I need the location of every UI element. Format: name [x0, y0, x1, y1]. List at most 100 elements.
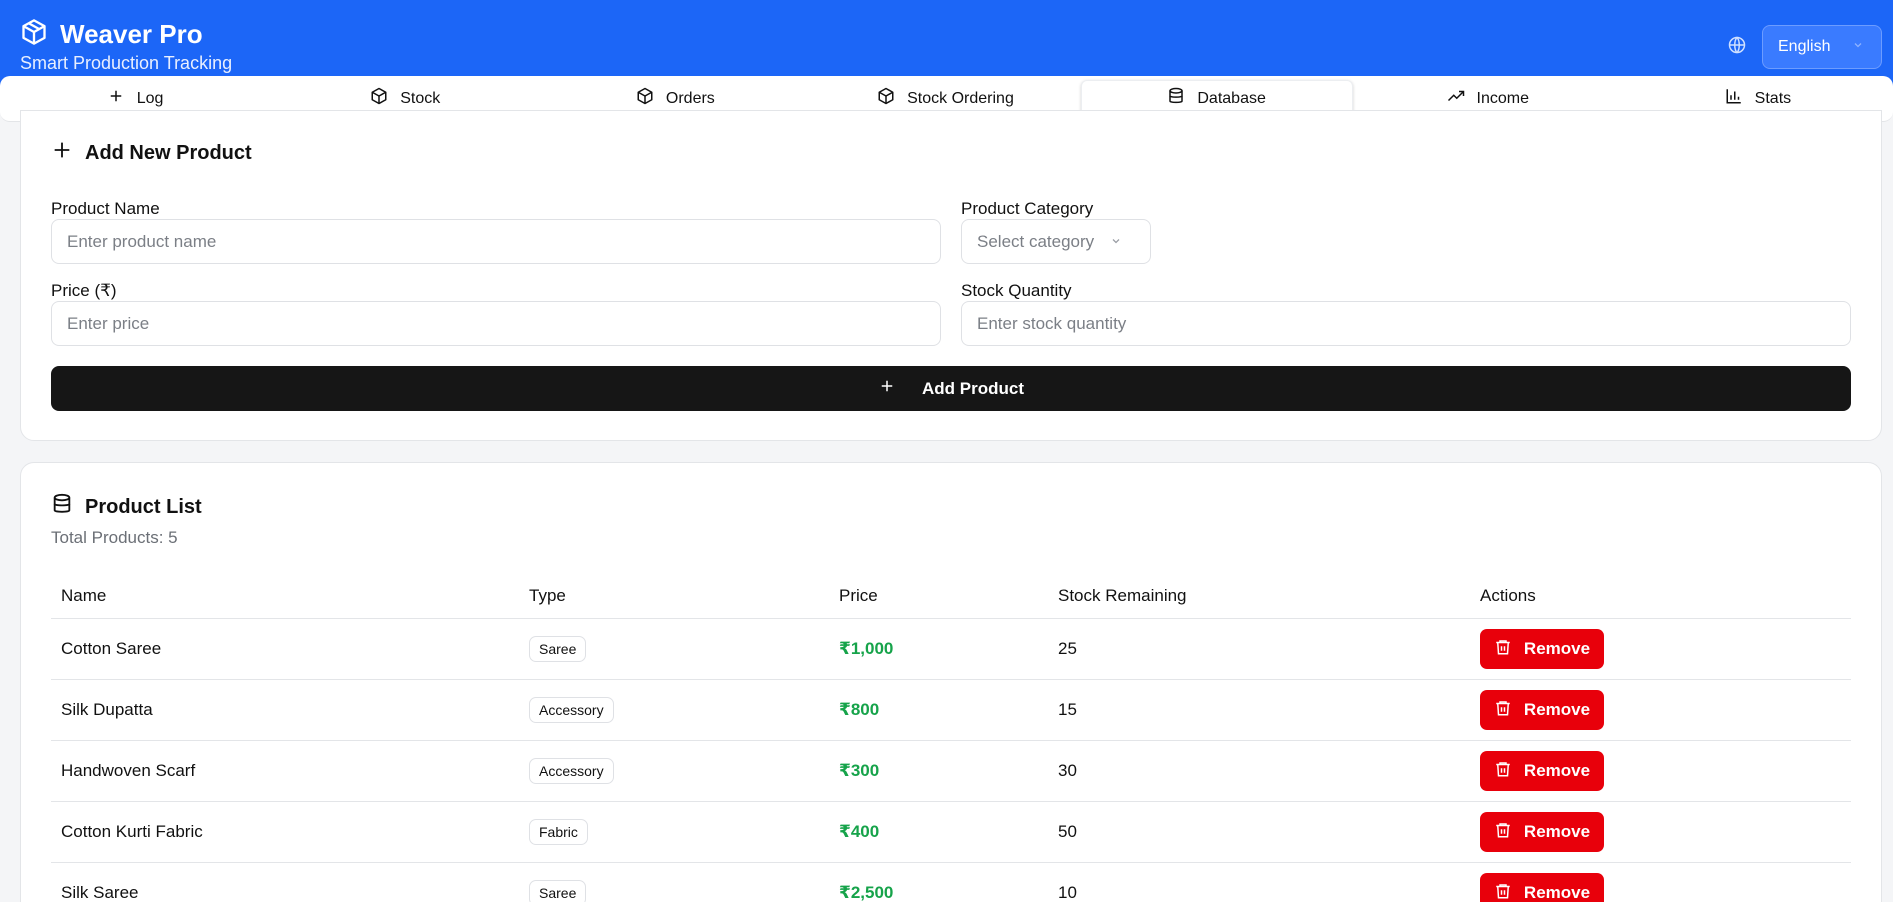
product-table: Name Type Price Stock Remaining Actions …	[51, 573, 1851, 902]
category-placeholder: Select category	[977, 231, 1095, 251]
type-badge: Accessory	[529, 697, 614, 723]
product-price: ₹400	[839, 822, 880, 841]
table-row: Cotton Kurti Fabric Fabric ₹400 50 Remov…	[51, 802, 1851, 863]
product-name: Cotton Saree	[61, 639, 162, 658]
stock-quantity-input[interactable]: Enter stock quantity	[961, 301, 1851, 346]
product-name: Silk Dupatta	[61, 700, 153, 719]
type-badge: Accessory	[529, 758, 614, 784]
remove-button[interactable]: Remove	[1480, 629, 1604, 669]
stock-quantity-label: Stock Quantity	[961, 281, 1072, 300]
product-type: Saree	[529, 863, 587, 902]
add-product-button[interactable]: Add Product	[51, 366, 1851, 411]
box-icon	[20, 18, 48, 51]
product-list-card: Product List Total Products: 5 Name Type…	[20, 462, 1882, 902]
column-header-type: Type	[529, 585, 566, 605]
trash-icon	[1494, 638, 1512, 661]
product-price: ₹300	[839, 761, 880, 780]
product-actions: Remove	[1480, 802, 1604, 862]
type-badge: Saree	[529, 880, 587, 902]
add-product-card: Add New Product Product Name Enter produ…	[20, 110, 1882, 441]
tab-label: Stock	[400, 89, 441, 107]
table-header: Name Type Price Stock Remaining Actions	[51, 573, 1851, 619]
trending-up-icon	[1447, 87, 1465, 110]
brand: Weaver Pro	[20, 18, 203, 51]
product-stock: 25	[1058, 639, 1077, 658]
product-price: ₹1,000	[839, 639, 894, 658]
remove-label: Remove	[1523, 883, 1591, 902]
box-icon	[636, 87, 654, 110]
trash-icon	[1494, 821, 1512, 844]
product-actions: Remove	[1480, 619, 1604, 679]
product-actions: Remove	[1480, 863, 1604, 902]
product-type: Accessory	[529, 741, 614, 801]
product-name-label: Product Name	[51, 199, 160, 218]
product-actions: Remove	[1480, 741, 1604, 801]
tab-label: Database	[1197, 89, 1266, 107]
language-label: English	[1778, 38, 1831, 55]
plus-icon	[878, 377, 896, 400]
column-header-name: Name	[61, 585, 107, 605]
remove-button[interactable]: Remove	[1480, 812, 1604, 852]
product-stock: 50	[1058, 822, 1077, 841]
table-row: Handwoven Scarf Accessory ₹300 30 Remove	[51, 741, 1851, 802]
product-name-placeholder: Enter product name	[67, 231, 217, 251]
product-actions: Remove	[1480, 680, 1604, 740]
product-name-input[interactable]: Enter product name	[51, 219, 941, 264]
trash-icon	[1494, 882, 1512, 902]
remove-button[interactable]: Remove	[1480, 873, 1604, 902]
chevron-down-icon	[1110, 232, 1122, 252]
remove-label: Remove	[1523, 700, 1591, 719]
product-price: ₹800	[839, 700, 880, 719]
remove-button[interactable]: Remove	[1480, 690, 1604, 730]
product-name: Handwoven Scarf	[61, 761, 196, 780]
table-row: Silk Saree Saree ₹2,500 10 Remove	[51, 863, 1851, 902]
product-price: ₹2,500	[839, 883, 894, 902]
language-select[interactable]: English	[1762, 25, 1882, 69]
plus-icon	[107, 87, 125, 110]
add-product-button-label: Add Product	[922, 378, 1024, 398]
database-icon	[51, 493, 73, 521]
total-products: Total Products: 5	[51, 528, 178, 547]
app-subtitle: Smart Production Tracking	[20, 53, 233, 73]
chevron-down-icon	[1852, 38, 1864, 56]
price-input[interactable]: Enter price	[51, 301, 941, 346]
tab-label: Stats	[1754, 89, 1792, 107]
database-icon	[1167, 87, 1185, 110]
product-name: Cotton Kurti Fabric	[61, 822, 203, 841]
product-stock: 30	[1058, 761, 1077, 780]
price-placeholder: Enter price	[67, 313, 150, 333]
price-label: Price (₹)	[51, 281, 117, 300]
product-list-title: Product List	[51, 493, 202, 521]
remove-button[interactable]: Remove	[1480, 751, 1604, 791]
type-badge: Fabric	[529, 819, 588, 845]
remove-label: Remove	[1523, 761, 1591, 780]
tab-label: Income	[1476, 89, 1529, 107]
table-row: Cotton Saree Saree ₹1,000 25 Remove	[51, 619, 1851, 680]
section-title: Add New Product	[85, 141, 252, 164]
product-category-label: Product Category	[961, 199, 1094, 218]
tab-label: Orders	[665, 89, 715, 107]
box-icon	[877, 87, 895, 110]
stock-quantity-placeholder: Enter stock quantity	[977, 313, 1127, 333]
add-product-title: Add New Product	[51, 139, 252, 167]
type-badge: Saree	[529, 636, 587, 662]
trash-icon	[1494, 760, 1512, 783]
plus-icon	[51, 139, 73, 167]
product-type: Accessory	[529, 680, 614, 740]
product-name: Silk Saree	[61, 883, 139, 902]
trash-icon	[1494, 699, 1512, 722]
column-header-stock: Stock Remaining	[1058, 585, 1187, 605]
globe-icon	[1728, 36, 1746, 59]
product-type: Saree	[529, 619, 587, 679]
product-type: Fabric	[529, 802, 588, 862]
tab-label: Log	[136, 89, 164, 107]
tab-label: Stock Ordering	[907, 89, 1014, 107]
app-title: Weaver Pro	[60, 19, 203, 49]
product-stock: 10	[1058, 883, 1077, 902]
box-icon	[370, 87, 388, 110]
product-category-select[interactable]: Select category	[961, 219, 1151, 264]
column-header-price: Price	[839, 585, 878, 605]
remove-label: Remove	[1523, 639, 1591, 658]
section-title: Product List	[85, 495, 202, 518]
column-header-actions: Actions	[1480, 585, 1536, 605]
